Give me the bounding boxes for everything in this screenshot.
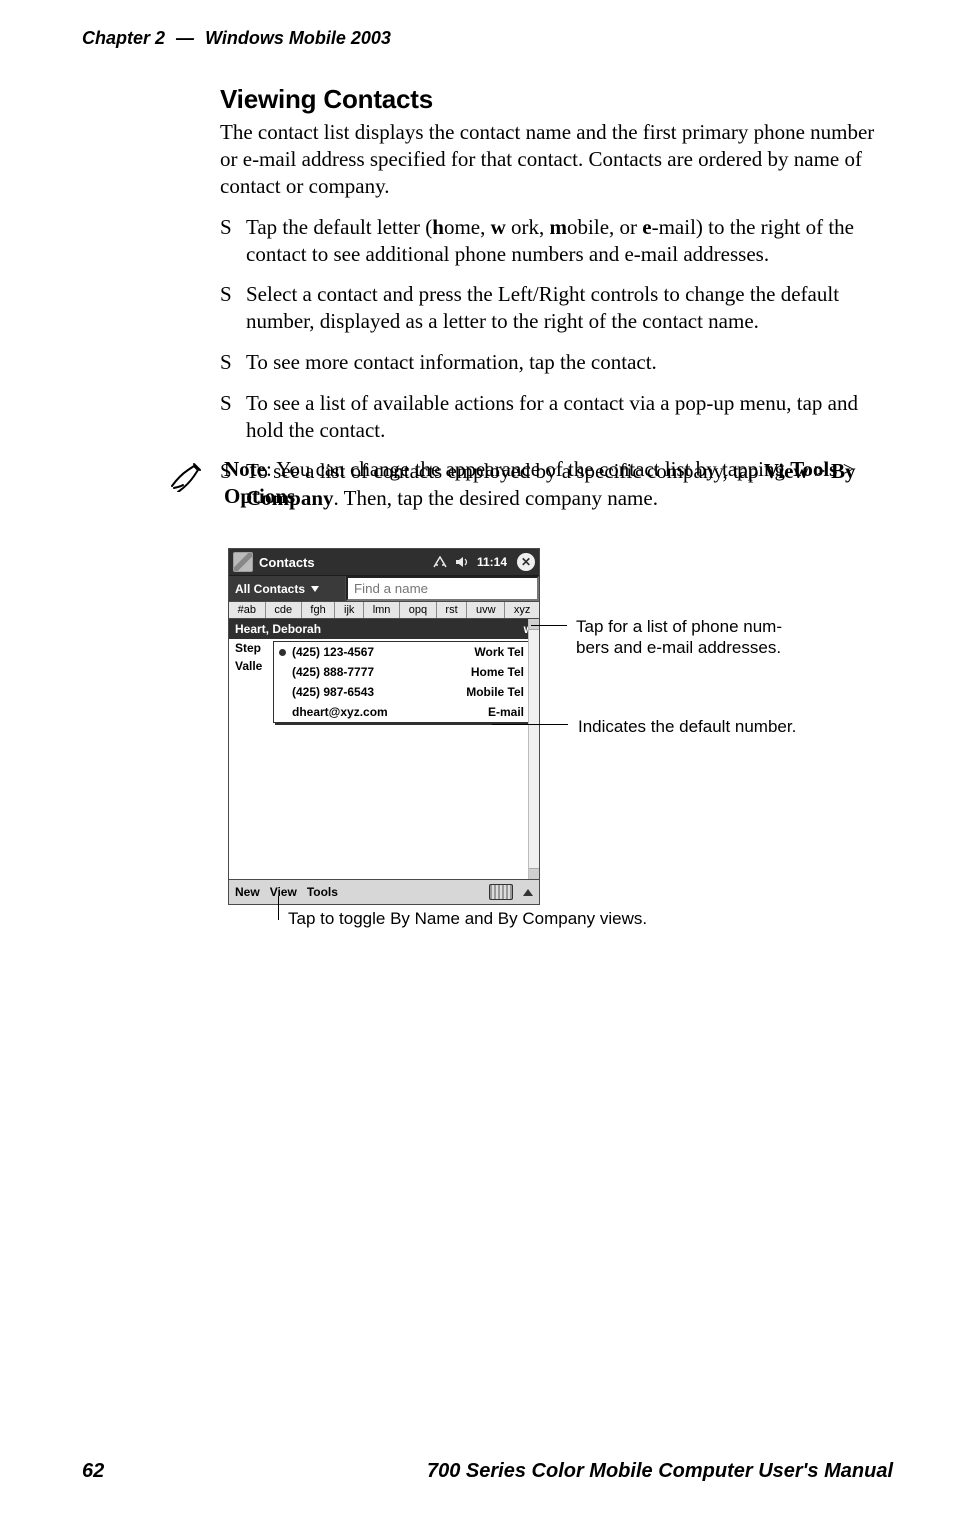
app-title: Contacts xyxy=(259,555,315,570)
alpha-cell[interactable]: #ab xyxy=(229,602,266,618)
popup-type: E-mail xyxy=(488,705,524,719)
manual-title: 700 Series Color Mobile Computer User's … xyxy=(427,1460,893,1483)
alpha-cell[interactable]: opq xyxy=(400,602,437,618)
callout-view-toggle: Tap to toggle By Name and By Company vie… xyxy=(288,908,808,929)
popup-type: Work Tel xyxy=(474,645,524,659)
callout-leader xyxy=(531,625,567,626)
popup-type: Mobile Tel xyxy=(466,685,524,699)
alpha-cell[interactable]: uvw xyxy=(467,602,505,618)
clock: 11:14 xyxy=(477,555,507,569)
speaker-icon xyxy=(455,555,469,569)
bullet-2: Select a contact and press the Left/Righ… xyxy=(220,281,896,335)
popup-row[interactable]: (425) 987-6543 Mobile Tel xyxy=(274,682,532,702)
alpha-cell[interactable]: lmn xyxy=(364,602,400,618)
alpha-cell[interactable]: fgh xyxy=(302,602,336,618)
page-number: 62 xyxy=(82,1460,104,1483)
chevron-down-icon xyxy=(311,586,319,592)
alpha-cell[interactable]: xyz xyxy=(505,602,539,618)
command-bar: New View Tools xyxy=(229,879,539,904)
popup-type: Home Tel xyxy=(471,665,524,679)
contact-row-selected[interactable]: Heart, Deborah w xyxy=(229,619,539,639)
start-flag-icon[interactable] xyxy=(233,552,253,572)
popup-value: dheart@xyz.com xyxy=(292,705,388,719)
category-label: All Contacts xyxy=(235,582,305,596)
device-screenshot: Contacts 11:14 ✕ All Contacts # xyxy=(228,548,540,905)
popup-row[interactable]: (425) 888-7777 Home Tel xyxy=(274,662,532,682)
popup-value: (425) 987-6543 xyxy=(292,685,374,699)
alpha-cell[interactable]: cde xyxy=(266,602,302,618)
find-input[interactable] xyxy=(346,576,539,601)
running-header: Chapter 2 — Windows Mobile 2003 xyxy=(82,28,391,49)
alpha-cell[interactable]: ijk xyxy=(335,602,364,618)
book-part: Windows Mobile 2003 xyxy=(205,28,391,48)
alpha-index[interactable]: #ab cde fgh ijk lmn opq rst uvw xyz xyxy=(229,602,539,619)
running-footer: 62 700 Series Color Mobile Computer User… xyxy=(82,1460,893,1483)
callout-popup: Tap for a list of phone num- bers and e-… xyxy=(576,616,876,659)
bullet-1: Tap the default letter (home, w ork, mob… xyxy=(220,214,896,268)
popup-value: (425) 123-4567 xyxy=(292,645,374,659)
chapter-label: Chapter 2 xyxy=(82,28,165,48)
note-text: Note: You can change the appearance of t… xyxy=(224,456,896,510)
sip-up-icon[interactable] xyxy=(523,889,533,896)
bullet-4: To see a list of available actions for a… xyxy=(220,390,896,444)
contacts-list[interactable]: Heart, Deborah w Step Valle (425) 123-45… xyxy=(229,619,539,879)
menu-new[interactable]: New xyxy=(235,885,260,899)
popup-row[interactable]: dheart@xyz.com E-mail xyxy=(274,702,532,722)
bullet-3: To see more contact information, tap the… xyxy=(220,349,896,376)
section-title: Viewing Contacts xyxy=(220,84,896,115)
category-dropdown[interactable]: All Contacts xyxy=(229,576,346,601)
keyboard-icon[interactable] xyxy=(489,884,513,900)
popup-value: (425) 888-7777 xyxy=(292,665,374,679)
popup-row[interactable]: (425) 123-4567 Work Tel xyxy=(274,642,532,662)
callout-leader xyxy=(278,896,279,920)
connectivity-icon xyxy=(433,555,447,569)
callout-leader xyxy=(492,724,568,725)
header-separator: — xyxy=(170,28,200,48)
contact-name: Heart, Deborah xyxy=(235,622,321,636)
callout-default: Indicates the default number. xyxy=(578,716,898,737)
close-icon[interactable]: ✕ xyxy=(517,553,535,571)
menu-tools[interactable]: Tools xyxy=(307,885,338,899)
contact-popup: (425) 123-4567 Work Tel (425) 888-7777 H… xyxy=(273,641,533,723)
menu-view[interactable]: View xyxy=(270,885,297,899)
note-icon xyxy=(170,460,208,497)
section-intro: The contact list displays the contact na… xyxy=(220,119,896,200)
window-titlebar: Contacts 11:14 ✕ xyxy=(229,549,539,576)
alpha-cell[interactable]: rst xyxy=(437,602,468,618)
scrollbar[interactable] xyxy=(528,619,539,879)
